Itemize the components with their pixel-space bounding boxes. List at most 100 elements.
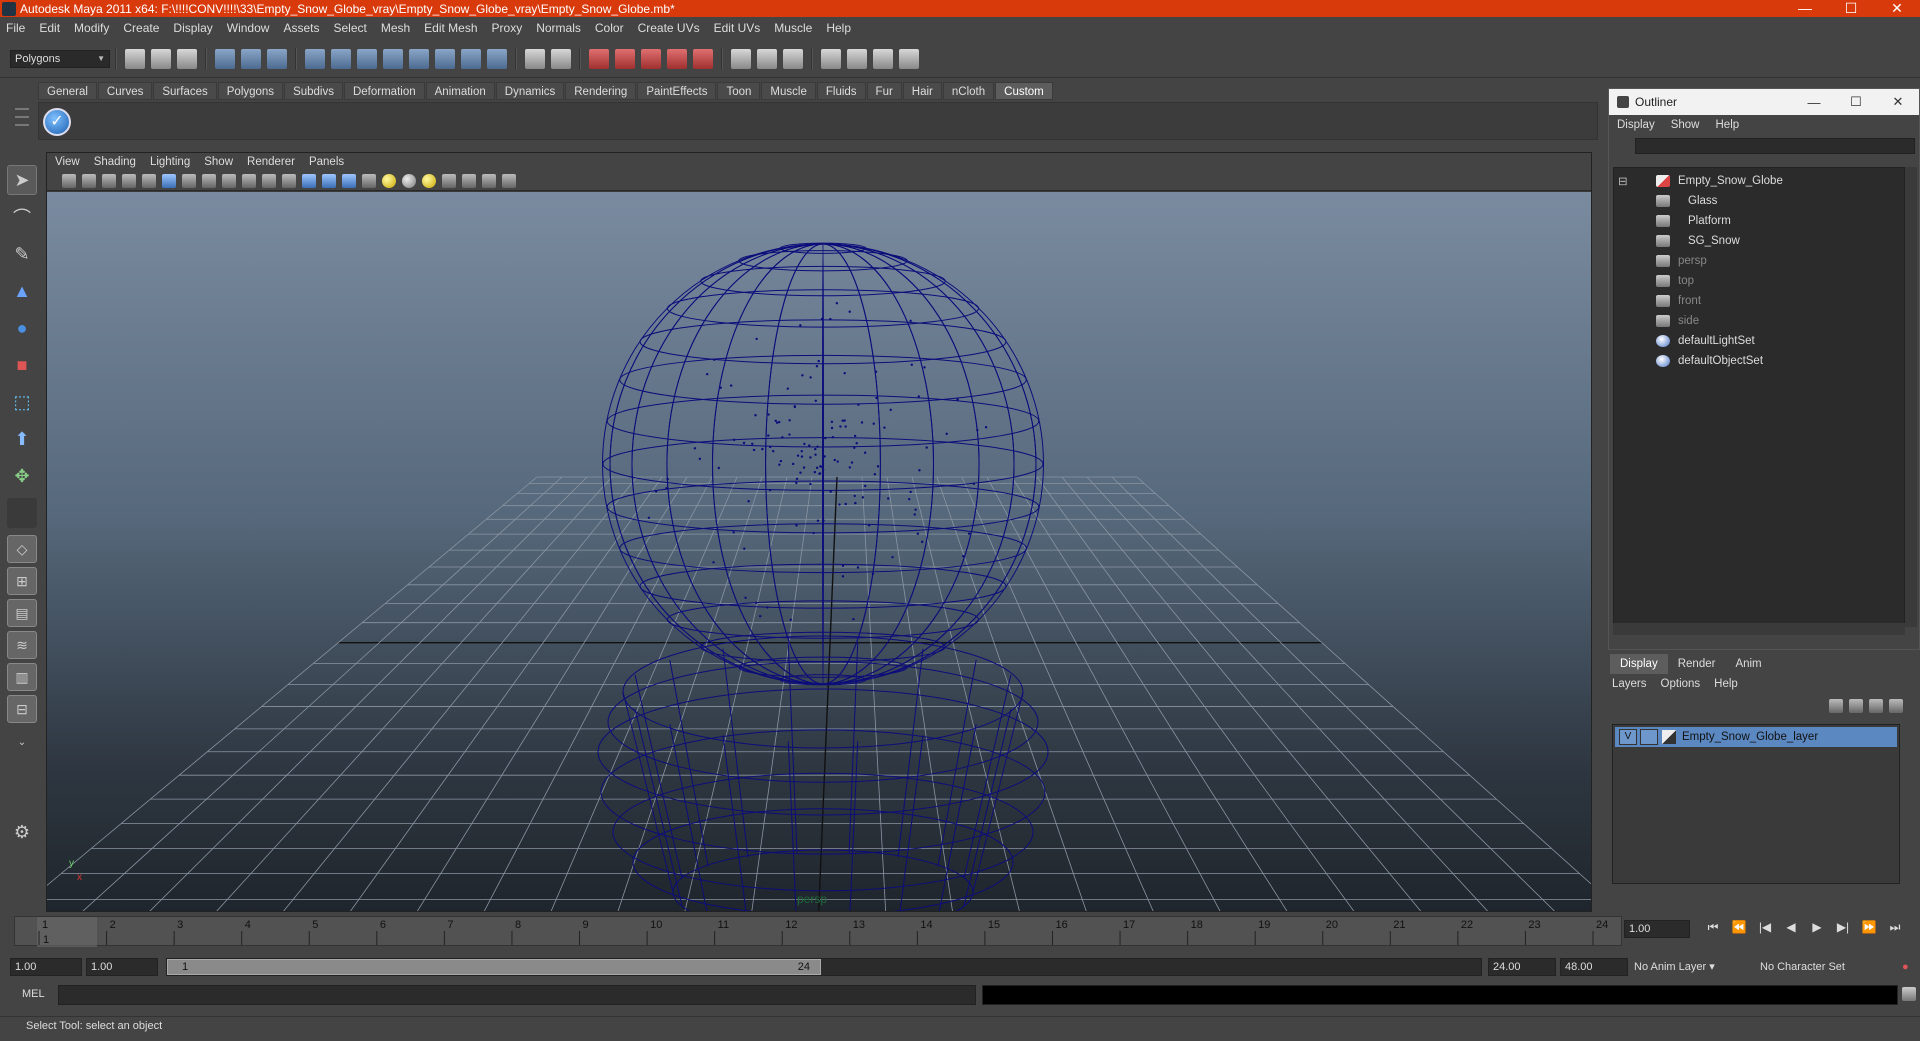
select-deformations-icon[interactable] bbox=[409, 49, 429, 69]
menu-create-uvs[interactable]: Create UVs bbox=[638, 21, 700, 35]
menu-proxy[interactable]: Proxy bbox=[492, 21, 523, 35]
scene-end-field[interactable]: 48.00 bbox=[1560, 958, 1628, 976]
camera-attributes-icon[interactable] bbox=[82, 174, 96, 188]
outliner-item-side[interactable]: side bbox=[1656, 312, 1699, 330]
wireframe-on-shaded-icon[interactable] bbox=[342, 174, 356, 188]
two-d-pan-zoom-icon[interactable] bbox=[142, 174, 156, 188]
menu-file[interactable]: File bbox=[6, 21, 25, 35]
step-back-key-button[interactable]: ⏪ bbox=[1726, 920, 1752, 935]
shelf-tab-painteffects[interactable]: PaintEffects bbox=[637, 82, 716, 100]
shelf-tab-polygons[interactable]: Polygons bbox=[218, 82, 283, 100]
field-chart-icon[interactable] bbox=[242, 174, 256, 188]
outliner-item-platform[interactable]: Platform bbox=[1656, 212, 1731, 230]
shelf-tab-muscle[interactable]: Muscle bbox=[761, 82, 815, 100]
select-camera-icon[interactable] bbox=[62, 174, 76, 188]
panel-menu-lighting[interactable]: Lighting bbox=[150, 156, 190, 168]
save-scene-icon[interactable] bbox=[177, 49, 197, 69]
select-misc-icon[interactable] bbox=[487, 49, 507, 69]
menu-set-dropdown[interactable]: Polygons ▼ bbox=[10, 50, 110, 68]
outliner-item-default-object-set[interactable]: defaultObjectSet bbox=[1656, 352, 1763, 370]
shelf-tab-fur[interactable]: Fur bbox=[867, 82, 902, 100]
panel-menu-panels[interactable]: Panels bbox=[309, 156, 344, 168]
play-forwards-button[interactable]: ▶ bbox=[1804, 920, 1830, 935]
script-editor-icon[interactable] bbox=[1902, 987, 1916, 1001]
layer-tab-display[interactable]: Display bbox=[1610, 654, 1668, 674]
select-by-object-icon[interactable] bbox=[241, 49, 261, 69]
outliner-item-sg-snow[interactable]: SG_Snow bbox=[1656, 232, 1740, 250]
anim-layer-dropdown[interactable]: No Anim Layer ▾ bbox=[1634, 958, 1754, 976]
panel-menu-show[interactable]: Show bbox=[204, 156, 233, 168]
gear-icon[interactable]: ⚙ bbox=[7, 817, 37, 847]
menu-normals[interactable]: Normals bbox=[536, 21, 581, 35]
maximize-button[interactable]: ☐ bbox=[1828, 0, 1874, 17]
outliner-item-persp[interactable]: persp bbox=[1656, 252, 1707, 270]
play-backwards-button[interactable]: ◀ bbox=[1778, 920, 1804, 935]
render-view-icon[interactable] bbox=[821, 49, 841, 69]
rotate-tool-icon[interactable]: ● bbox=[7, 313, 37, 343]
single-perspective-layout-icon[interactable]: ◇ bbox=[7, 535, 37, 563]
shelf-tab-hair[interactable]: Hair bbox=[903, 82, 942, 100]
four-view-layout-icon[interactable]: ⊞ bbox=[7, 567, 37, 595]
soft-modification-icon[interactable]: ⬆ bbox=[7, 424, 37, 454]
default-lighting-icon[interactable] bbox=[422, 174, 436, 188]
menu-window[interactable]: Window bbox=[227, 21, 270, 35]
menu-mesh[interactable]: Mesh bbox=[381, 21, 410, 35]
select-tool-icon[interactable]: ➤ bbox=[7, 165, 37, 195]
xray-joints-icon[interactable] bbox=[482, 174, 496, 188]
menu-color[interactable]: Color bbox=[595, 21, 624, 35]
layer-list[interactable]: V Empty_Snow_Globe_layer bbox=[1612, 724, 1900, 884]
select-joints-icon[interactable] bbox=[331, 49, 351, 69]
wireframe-icon[interactable] bbox=[302, 174, 316, 188]
panel-menu-view[interactable]: View bbox=[55, 156, 80, 168]
outliner-item-front[interactable]: front bbox=[1656, 292, 1701, 310]
snap-to-view-plane-icon[interactable] bbox=[667, 49, 687, 69]
outliner-menu-show[interactable]: Show bbox=[1671, 119, 1700, 131]
textured-icon[interactable] bbox=[362, 174, 376, 188]
isolate-select-icon[interactable] bbox=[442, 174, 456, 188]
image-plane-icon[interactable] bbox=[122, 174, 136, 188]
layer-tab-anim[interactable]: Anim bbox=[1725, 654, 1771, 674]
outliner-item-empty-snow-globe[interactable]: Empty_Snow_Globe bbox=[1656, 172, 1783, 190]
outliner-item-glass[interactable]: Glass bbox=[1656, 192, 1717, 210]
shadows-icon[interactable] bbox=[402, 174, 416, 188]
menu-create[interactable]: Create bbox=[123, 21, 159, 35]
move-layer-down-icon[interactable] bbox=[1849, 699, 1863, 713]
shelf-tab-rendering[interactable]: Rendering bbox=[565, 82, 636, 100]
select-rendering-icon[interactable] bbox=[461, 49, 481, 69]
step-forward-frame-button[interactable]: ▶| bbox=[1830, 920, 1856, 935]
shelf-tab-ncloth[interactable]: nCloth bbox=[943, 82, 994, 100]
input-ops-icon[interactable] bbox=[731, 49, 751, 69]
hud-icon[interactable] bbox=[502, 174, 516, 188]
gate-mask-icon[interactable] bbox=[222, 174, 236, 188]
render-current-frame-icon[interactable] bbox=[847, 49, 867, 69]
menu-display[interactable]: Display bbox=[173, 21, 212, 35]
range-slider-handle[interactable]: 1 24 bbox=[167, 959, 821, 975]
universal-manipulator-icon[interactable]: ⬚ bbox=[7, 387, 37, 417]
outliner-menu-display[interactable]: Display bbox=[1617, 119, 1655, 131]
outliner-horizontal-scrollbar[interactable] bbox=[1613, 623, 1905, 635]
outliner-close-button[interactable]: ✕ bbox=[1877, 94, 1919, 110]
use-all-lights-icon[interactable] bbox=[382, 174, 396, 188]
lasso-tool-icon[interactable]: ⌒ bbox=[7, 202, 37, 232]
select-handles-icon[interactable] bbox=[305, 49, 325, 69]
close-button[interactable]: ✕ bbox=[1874, 0, 1920, 17]
layer-visibility-toggle[interactable]: V bbox=[1619, 729, 1637, 745]
menu-assets[interactable]: Assets bbox=[283, 21, 319, 35]
make-live-icon[interactable] bbox=[693, 49, 713, 69]
shelf-menu-grip[interactable] bbox=[12, 102, 32, 140]
checkmark-icon[interactable]: ✓ bbox=[43, 108, 71, 136]
current-frame-field[interactable]: 1.00 bbox=[1624, 920, 1690, 938]
command-language-label[interactable]: MEL bbox=[22, 988, 45, 1000]
menu-modify[interactable]: Modify bbox=[74, 21, 109, 35]
outliner-item-default-light-set[interactable]: defaultLightSet bbox=[1656, 332, 1755, 350]
panel-menu-shading[interactable]: Shading bbox=[94, 156, 136, 168]
hypershade-layout-icon[interactable]: ▥ bbox=[7, 663, 37, 691]
step-back-frame-button[interactable]: |◀ bbox=[1752, 920, 1778, 935]
persp-outliner-layout-icon[interactable]: ▤ bbox=[7, 599, 37, 627]
shelf-tab-deformation[interactable]: Deformation bbox=[344, 82, 425, 100]
xray-icon[interactable] bbox=[462, 174, 476, 188]
go-to-end-button[interactable]: ⏭ bbox=[1882, 920, 1908, 935]
playback-end-field[interactable]: 24.00 bbox=[1488, 958, 1556, 976]
viewport-scene[interactable]: persp y x bbox=[47, 192, 1591, 911]
render-settings-icon[interactable] bbox=[899, 49, 919, 69]
